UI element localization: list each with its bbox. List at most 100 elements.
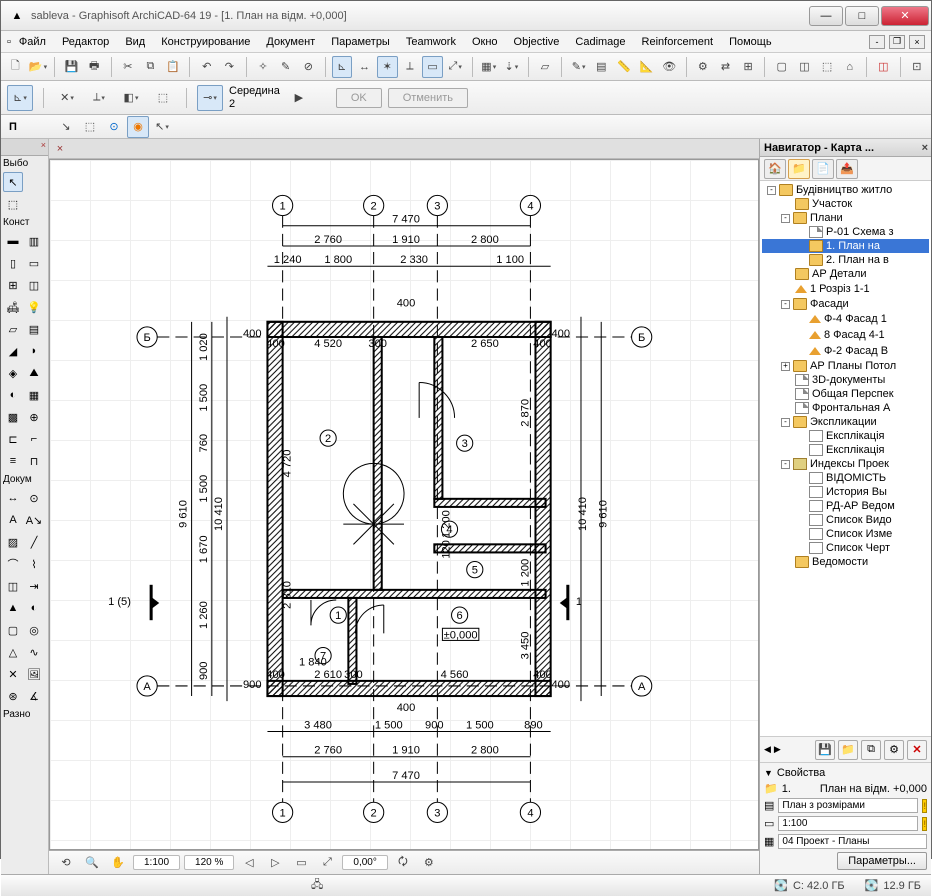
tree-node[interactable]: Список Изме: [762, 527, 929, 541]
suspend-icon[interactable]: ⊘: [298, 56, 319, 78]
detail-tool-icon[interactable]: ◎: [24, 620, 44, 640]
ok-button[interactable]: OK: [336, 88, 382, 108]
tree-node[interactable]: -Индексы Проек: [762, 457, 929, 471]
tree-node[interactable]: АР Детали: [762, 267, 929, 281]
tool-c-icon[interactable]: ⊞: [738, 56, 759, 78]
menu-document[interactable]: Документ: [258, 34, 323, 50]
radial-tool-icon[interactable]: ⊛: [3, 686, 23, 706]
tree-node[interactable]: Експлікація: [762, 443, 929, 457]
text-tool-icon[interactable]: A: [3, 510, 23, 530]
open-icon[interactable]: 📂▾: [28, 56, 49, 78]
tree-node[interactable]: Експлікація: [762, 429, 929, 443]
gravity-icon[interactable]: ⇣▾: [501, 56, 522, 78]
railing-tool-icon[interactable]: ≡: [3, 451, 23, 471]
nav-save-view-icon[interactable]: 💾: [815, 740, 835, 760]
tree-node[interactable]: Ф-2 Фасад В: [762, 343, 929, 359]
form-3-icon[interactable]: ⬚: [817, 56, 838, 78]
menu-teamwork[interactable]: Teamwork: [398, 34, 464, 50]
tree-node[interactable]: Р-01 Схема з: [762, 225, 929, 239]
angle-tool-icon[interactable]: ∡: [24, 686, 44, 706]
tree-node[interactable]: История Вы: [762, 485, 929, 499]
guide-2-icon[interactable]: ↔: [354, 56, 375, 78]
mesh-tool-icon[interactable]: ⛰: [24, 363, 44, 383]
cut-icon[interactable]: ✂: [118, 56, 139, 78]
roof-tool-icon[interactable]: ◢: [3, 341, 23, 361]
tree-node[interactable]: 3D-документы: [762, 373, 929, 387]
zoom-field[interactable]: 120 %: [184, 855, 234, 870]
grid-tool-icon[interactable]: ⊕: [24, 407, 44, 427]
zone-tool-icon[interactable]: ▦: [24, 385, 44, 405]
measure-icon[interactable]: 📏: [614, 56, 635, 78]
form-1-icon[interactable]: ▢: [771, 56, 792, 78]
level-tool-icon[interactable]: ⊙: [24, 488, 44, 508]
tree-toggle-icon[interactable]: -: [781, 460, 790, 469]
snap-midpoint-icon[interactable]: ⊸▾: [197, 85, 223, 111]
form-4-icon[interactable]: ⌂: [839, 56, 860, 78]
object-tool-icon[interactable]: 🛋: [3, 297, 23, 317]
tracker-marquee-icon[interactable]: ⬚: [150, 85, 176, 111]
sel-arrow-icon[interactable]: ↖▾: [151, 116, 173, 138]
profile-tool-icon[interactable]: ⊓: [24, 451, 44, 471]
tracker-cross-icon[interactable]: ✕▾: [54, 85, 80, 111]
door-tool-icon[interactable]: ◫: [24, 275, 44, 295]
rotate-icon[interactable]: 🗘: [392, 852, 414, 874]
angle-field[interactable]: 0,00°: [342, 855, 387, 870]
misc-view-icon[interactable]: ⚙: [418, 852, 440, 874]
marquee-tool-icon[interactable]: ⬚: [3, 194, 23, 214]
nav-tab-layout-icon[interactable]: 📄: [812, 159, 834, 179]
tree-node[interactable]: 2. План на в: [762, 253, 929, 267]
menu-help[interactable]: Помощь: [721, 34, 780, 50]
navigator-close-icon[interactable]: ×: [922, 142, 928, 154]
cancel-button[interactable]: Отменить: [388, 88, 468, 108]
cad-1-icon[interactable]: ⊡: [907, 56, 928, 78]
mdi-close[interactable]: ×: [909, 35, 925, 49]
guide-3-icon[interactable]: ✶: [377, 56, 398, 78]
guide-5-icon[interactable]: ▭: [422, 56, 443, 78]
tool-a-icon[interactable]: ⚙: [693, 56, 714, 78]
wand-icon[interactable]: ✧: [253, 56, 274, 78]
doc-tab-close-icon[interactable]: ×: [53, 142, 67, 156]
skylight-tool-icon[interactable]: ◈: [3, 363, 23, 383]
polyline-tool-icon[interactable]: ⌇: [24, 554, 44, 574]
copy-icon[interactable]: ⧉: [140, 56, 161, 78]
zoom-prev-icon[interactable]: ◁: [238, 852, 260, 874]
hotspot-tool-icon[interactable]: ✕: [3, 664, 23, 684]
line-tool-icon[interactable]: ╱: [24, 532, 44, 552]
guide-4-icon[interactable]: ⟂: [400, 56, 421, 78]
nav-tab-viewmap-icon[interactable]: 📁: [788, 159, 810, 179]
properties-button[interactable]: Параметры...: [837, 852, 927, 870]
tree-node[interactable]: Ведомости: [762, 555, 929, 569]
menu-options[interactable]: Параметры: [323, 34, 398, 50]
corner-tool-icon[interactable]: ⌐: [24, 429, 44, 449]
label-tool-icon[interactable]: A↘: [24, 510, 44, 530]
print-icon[interactable]: 🖶: [84, 56, 105, 78]
menu-view[interactable]: Вид: [117, 34, 153, 50]
beam-tool-icon[interactable]: ▭: [24, 253, 44, 273]
arrow-tool-icon[interactable]: ↖: [3, 172, 23, 192]
zoom-page-icon[interactable]: ▭: [290, 852, 312, 874]
menu-reinforcement[interactable]: Reinforcement: [634, 34, 722, 50]
section-tool-icon[interactable]: ⇥: [24, 576, 44, 596]
figure-tool-icon[interactable]: 🖼: [24, 664, 44, 684]
prop-model-input[interactable]: [778, 834, 927, 849]
tree-toggle-icon[interactable]: -: [767, 186, 776, 195]
tree-node[interactable]: Список Видо: [762, 513, 929, 527]
pencil-icon[interactable]: ✎: [275, 56, 296, 78]
tree-node[interactable]: -Фасади: [762, 297, 929, 311]
form-2-icon[interactable]: ◫: [794, 56, 815, 78]
tree-toggle-icon[interactable]: -: [781, 214, 790, 223]
sel-mode-2-icon[interactable]: ⬚: [79, 116, 101, 138]
tree-node[interactable]: +АР Планы Потол: [762, 359, 929, 373]
drawing-canvas[interactable]: 1 2 3 4 1 2 3 4 Б: [49, 159, 759, 850]
tree-node[interactable]: ВІДОМІСТЬ: [762, 471, 929, 485]
elevation-tool-icon[interactable]: ▲: [3, 598, 23, 618]
drawing-tool-icon[interactable]: ◫: [3, 576, 23, 596]
modules-icon[interactable]: ◫: [873, 56, 894, 78]
tree-node[interactable]: Список Черт: [762, 541, 929, 555]
zoom-all-icon[interactable]: ⤢: [316, 852, 338, 874]
menu-objective[interactable]: Objective: [506, 34, 568, 50]
dimension-tool-icon[interactable]: ↔: [3, 488, 23, 508]
eye-icon[interactable]: 👁: [659, 56, 680, 78]
shell-tool-icon[interactable]: ◗: [24, 341, 44, 361]
window-tool-icon[interactable]: ⊞: [3, 275, 23, 295]
